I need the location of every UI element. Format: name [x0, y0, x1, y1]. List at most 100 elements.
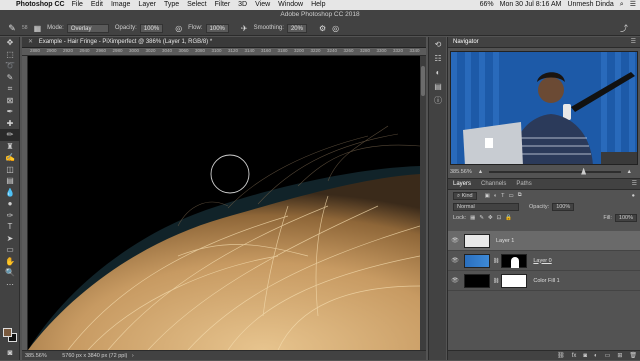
layers-menu-icon[interactable]: ☰	[632, 179, 637, 189]
fill-field[interactable]: 100%	[614, 213, 637, 222]
pen-tool-icon[interactable]: ✑	[0, 210, 20, 222]
pressure-opacity-icon[interactable]: ◎	[175, 24, 182, 33]
blend-mode-select[interactable]: Normal	[453, 202, 519, 211]
menu-view[interactable]: View	[255, 0, 270, 10]
zoom-slider-knob[interactable]	[581, 167, 587, 175]
document-info[interactable]: 5760 px x 3840 px (72 ppi)	[62, 353, 127, 359]
battery-status[interactable]: 66%	[480, 0, 494, 10]
healing-tool-icon[interactable]: ✚	[0, 118, 20, 130]
eraser-tool-icon[interactable]: ◫	[0, 164, 20, 176]
navigator-thumbnail[interactable]	[450, 51, 638, 165]
clock[interactable]: Mon 30 Jul 8:16 AM	[500, 0, 562, 10]
share-icon[interactable]: ⤴	[620, 23, 628, 34]
layer-row-layer-0[interactable]: 👁 ⛓ Layer 0	[448, 251, 640, 271]
filter-smart-icon[interactable]: ⧉	[518, 192, 522, 199]
search-icon[interactable]: ⌕	[620, 0, 624, 10]
tab-channels[interactable]: Channels	[481, 179, 506, 189]
adjustment-layer-icon[interactable]: ◐	[594, 353, 598, 359]
navigator-tab[interactable]: Navigator	[453, 37, 479, 47]
scrollbar-thumb[interactable]	[421, 66, 425, 96]
tab-paths[interactable]: Paths	[516, 179, 531, 189]
navigator-menu-icon[interactable]: ☰	[631, 37, 636, 47]
menu-list-icon[interactable]: ☰	[630, 0, 636, 10]
color-fill-mask[interactable]	[501, 273, 528, 288]
close-tab-icon[interactable]: ✕	[28, 39, 33, 45]
app-menu[interactable]: Photoshop CC	[16, 0, 65, 10]
zoom-in-icon[interactable]: ▲	[627, 169, 632, 175]
layer-row-color-fill-1[interactable]: 👁 ⛓ Color Fill 1	[448, 271, 640, 291]
libraries-panel-icon[interactable]: ▤	[429, 79, 447, 93]
quick-mask-icon[interactable]: ◙	[0, 347, 20, 359]
visibility-eye-icon[interactable]: 👁	[448, 257, 462, 264]
lock-paint-icon[interactable]: ✎	[479, 215, 484, 221]
lock-position-icon[interactable]: ✥	[488, 215, 493, 221]
lock-artboard-icon[interactable]: ⊡	[497, 215, 502, 221]
flow-field[interactable]: 100%	[205, 23, 229, 33]
brush-tool-icon[interactable]: ✏	[0, 129, 20, 141]
frame-tool-icon[interactable]: ⊠	[0, 95, 20, 107]
horizontal-ruler[interactable]: 2880 2900 2920 2940 2960 2980 3000 3020 3040 3060…	[22, 48, 426, 56]
layer-opacity-field[interactable]: 100%	[552, 202, 575, 211]
menu-file[interactable]: File	[72, 0, 83, 10]
kind-filter-select[interactable]: ⌕ Kind	[453, 191, 477, 200]
more-tools-icon[interactable]: ⋯	[0, 279, 20, 291]
move-tool-icon[interactable]: ✥	[0, 37, 20, 49]
tab-layers[interactable]: Layers	[453, 179, 471, 189]
menu-filter[interactable]: Filter	[215, 0, 231, 10]
delete-layer-icon[interactable]: 🗑	[629, 352, 637, 359]
lock-pixels-icon[interactable]: ▦	[470, 215, 475, 221]
filter-adjust-icon[interactable]: ◐	[494, 193, 497, 199]
path-select-tool-icon[interactable]: ➤	[0, 233, 20, 245]
menu-select[interactable]: Select	[187, 0, 206, 10]
menu-type[interactable]: Type	[164, 0, 179, 10]
menu-edit[interactable]: Edit	[91, 0, 103, 10]
group-icon[interactable]: ▭	[605, 352, 611, 359]
layer-0-name[interactable]: Layer 0	[533, 258, 551, 264]
menu-window[interactable]: Window	[278, 0, 303, 10]
blur-tool-icon[interactable]: 💧	[0, 187, 20, 199]
layer-row-layer-1[interactable]: 👁 Layer 1	[448, 231, 640, 251]
menu-image[interactable]: Image	[111, 0, 130, 10]
visibility-eye-icon[interactable]: 👁	[448, 237, 462, 244]
menu-layer[interactable]: Layer	[138, 0, 156, 10]
opacity-field[interactable]: 100%	[139, 23, 164, 33]
status-arrow-icon[interactable]: ›	[132, 353, 134, 359]
layer-0-mask[interactable]	[501, 253, 528, 268]
navigator-zoom-value[interactable]: 385.56%	[450, 169, 472, 175]
properties-panel-icon[interactable]: ☷	[429, 51, 447, 65]
crop-tool-icon[interactable]: ⌗	[0, 83, 20, 95]
vertical-scrollbar[interactable]	[420, 56, 426, 350]
zoom-out-icon[interactable]: ▲	[478, 169, 483, 175]
smoothing-field[interactable]: 20%	[286, 23, 307, 33]
layer-1-name[interactable]: Layer 1	[496, 238, 514, 244]
zoom-tool-icon[interactable]: 🔍	[0, 267, 20, 279]
link-layers-icon[interactable]: ⛓	[557, 352, 565, 359]
pressure-size-icon[interactable]: ◎	[332, 24, 339, 33]
document-tab[interactable]: ✕ Example - Hair Fringe - PiXimperfect @…	[22, 37, 426, 48]
gear-icon[interactable]: ⚙	[319, 24, 326, 33]
filter-toggle-icon[interactable]: ●	[632, 193, 635, 199]
filter-shape-icon[interactable]: ▭	[509, 193, 514, 199]
layer-style-icon[interactable]: fx	[572, 353, 577, 359]
shape-tool-icon[interactable]: ▭	[0, 244, 20, 256]
user-name[interactable]: Unmesh Dinda	[567, 0, 613, 10]
marquee-tool-icon[interactable]: ⬚	[0, 49, 20, 61]
lasso-tool-icon[interactable]: ➰	[0, 60, 20, 72]
foreground-color-swatch[interactable]	[3, 328, 12, 337]
navigator-zoom-slider[interactable]	[489, 167, 621, 175]
airbrush-icon[interactable]: ✈	[241, 24, 248, 33]
color-fill-1-name[interactable]: Color Fill 1	[533, 278, 559, 284]
chain-link-icon[interactable]: ⛓	[493, 258, 499, 264]
add-mask-icon[interactable]: ◙	[583, 353, 587, 359]
lock-all-icon[interactable]: 🔒	[505, 215, 512, 221]
history-brush-tool-icon[interactable]: ✍	[0, 152, 20, 164]
filter-type-icon[interactable]: T	[501, 193, 504, 199]
type-tool-icon[interactable]: T	[0, 221, 20, 233]
quick-select-tool-icon[interactable]: ✎	[0, 72, 20, 84]
filter-pixel-icon[interactable]: ▣	[485, 193, 490, 199]
visibility-eye-icon[interactable]: 👁	[448, 277, 462, 284]
chain-link-icon[interactable]: ⛓	[493, 278, 499, 284]
menu-help[interactable]: Help	[311, 0, 325, 10]
menu-3d[interactable]: 3D	[238, 0, 247, 10]
document-canvas[interactable]	[28, 56, 420, 350]
